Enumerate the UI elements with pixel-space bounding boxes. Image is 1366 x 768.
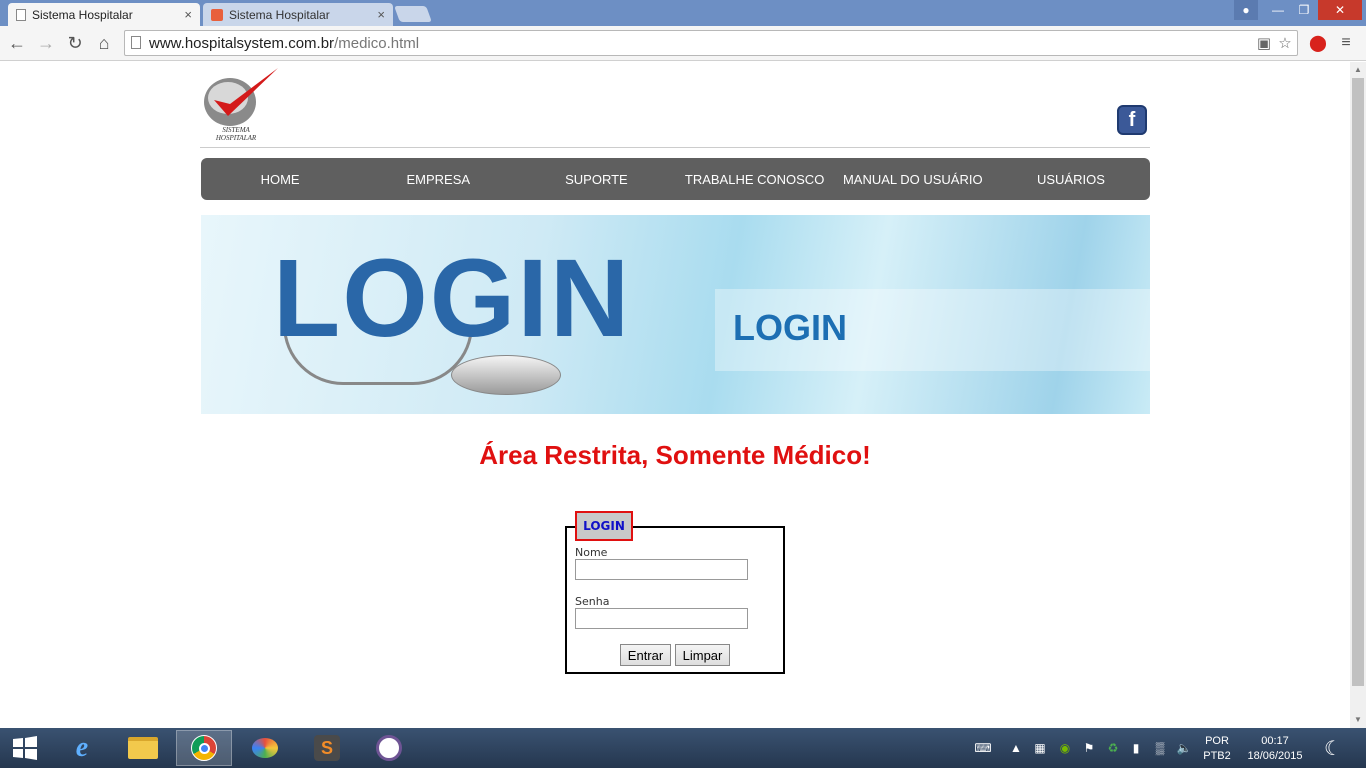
internet-explorer-icon[interactable]: e bbox=[54, 730, 110, 766]
scroll-up-arrow-icon[interactable]: ▲ bbox=[1353, 65, 1363, 75]
tab-title: Sistema Hospitalar bbox=[32, 7, 133, 22]
moon-icon[interactable]: ☾ bbox=[1322, 737, 1344, 760]
reload-icon[interactable]: ↻ bbox=[64, 32, 86, 54]
header-divider bbox=[200, 147, 1150, 148]
url-path: /medico.html bbox=[334, 34, 420, 52]
limpar-button[interactable]: Limpar bbox=[675, 644, 730, 666]
url-host: www.hospitalsystem.com.br bbox=[149, 34, 335, 52]
restricted-area-message: Área Restrita, Somente Médico! bbox=[479, 440, 871, 470]
menu-item-suporte[interactable]: SUPORTE bbox=[517, 158, 675, 200]
tab-sistema-hospitalar-active[interactable]: Sistema Hospitalar × bbox=[8, 3, 200, 26]
password-input[interactable] bbox=[575, 608, 748, 629]
menu-item-home[interactable]: HOME bbox=[201, 158, 359, 200]
site-logo[interactable]: SISTEMA HOSPITALAR bbox=[200, 66, 280, 142]
volume-muted-icon[interactable]: 🔈 bbox=[1176, 740, 1192, 756]
menu-item-empresa[interactable]: EMPRESA bbox=[359, 158, 517, 200]
banner-login-graphic-text: LOGIN bbox=[273, 237, 632, 360]
file-explorer-icon[interactable] bbox=[115, 730, 171, 766]
browser-titlebar: Sistema Hospitalar × Sistema Hospitalar … bbox=[0, 0, 1366, 26]
clock-time: 00:17 bbox=[1261, 735, 1289, 747]
tab-sistema-hospitalar[interactable]: Sistema Hospitalar × bbox=[203, 3, 393, 26]
page-content: SISTEMA HOSPITALAR f HOME EMPRESA SUPORT… bbox=[0, 62, 1350, 728]
computer-mouse-graphic bbox=[451, 355, 561, 395]
language-code: POR bbox=[1205, 735, 1229, 747]
close-window-button[interactable]: ✕ bbox=[1318, 0, 1362, 20]
extension-icon[interactable]: ▣ bbox=[1255, 34, 1273, 52]
windows-flag-icon[interactable]: ▦ bbox=[1032, 740, 1048, 756]
chrome-icon[interactable] bbox=[176, 730, 232, 766]
clock-date: 18/06/2015 bbox=[1247, 750, 1303, 762]
restore-button[interactable]: ❐ bbox=[1291, 0, 1317, 20]
github-icon[interactable] bbox=[361, 730, 417, 766]
power-icon[interactable]: ▮ bbox=[1128, 740, 1144, 756]
close-icon[interactable]: × bbox=[377, 7, 385, 22]
bookmark-star-icon[interactable]: ☆ bbox=[1276, 34, 1294, 52]
paint-icon[interactable] bbox=[237, 730, 293, 766]
menu-item-trabalhe-conosco[interactable]: TRABALHE CONOSCO bbox=[676, 158, 834, 200]
close-icon[interactable]: × bbox=[184, 7, 192, 22]
tab-title: Sistema Hospitalar bbox=[229, 7, 330, 22]
vertical-scrollbar[interactable]: ▲ ▼ bbox=[1350, 62, 1366, 728]
logo-text: SISTEMA HOSPITALAR bbox=[215, 126, 257, 142]
page-icon bbox=[131, 36, 141, 49]
input-language[interactable]: POR PTB2 bbox=[1200, 734, 1234, 764]
adblock-icon[interactable]: ⬤ bbox=[1307, 32, 1329, 54]
password-label: Senha bbox=[575, 595, 610, 608]
name-label: Nome bbox=[575, 546, 608, 559]
address-bar[interactable]: www.hospitalsystem.com.br/medico.html ▣ … bbox=[124, 30, 1298, 56]
main-menu: HOME EMPRESA SUPORTE TRABALHE CONOSCO MA… bbox=[201, 158, 1150, 200]
name-input[interactable] bbox=[575, 559, 748, 580]
clock[interactable]: 00:17 18/06/2015 bbox=[1240, 734, 1310, 764]
menu-icon[interactable]: ≡ bbox=[1335, 32, 1357, 54]
keyboard-layout: PTB2 bbox=[1203, 750, 1231, 762]
new-tab-button[interactable] bbox=[394, 6, 432, 22]
login-legend: LOGIN bbox=[575, 511, 633, 541]
show-hidden-icons-icon[interactable]: ▲ bbox=[1008, 740, 1024, 756]
menu-item-usuarios[interactable]: USUÁRIOS bbox=[992, 158, 1150, 200]
sublime-text-icon[interactable]: S bbox=[299, 730, 355, 766]
home-icon[interactable]: ⌂ bbox=[93, 32, 115, 54]
windows-start-icon[interactable] bbox=[0, 730, 50, 766]
recycle-icon[interactable]: ♻ bbox=[1105, 740, 1121, 756]
page-icon bbox=[16, 8, 26, 21]
scrollbar-thumb[interactable] bbox=[1352, 78, 1364, 686]
menu-item-manual-do-usuario[interactable]: MANUAL DO USUÁRIO bbox=[834, 158, 992, 200]
banner-login-text: LOGIN bbox=[733, 307, 847, 348]
facebook-icon[interactable]: f bbox=[1117, 105, 1147, 135]
action-center-flag-icon[interactable]: ⚑ bbox=[1081, 740, 1097, 756]
network-signal-icon[interactable]: ▒ bbox=[1152, 740, 1168, 756]
keyboard-icon[interactable]: ⌨ bbox=[968, 740, 998, 756]
nvidia-icon[interactable]: ◉ bbox=[1057, 740, 1073, 756]
forward-arrow-icon[interactable]: → bbox=[35, 32, 57, 54]
user-icon[interactable]: ● bbox=[1234, 0, 1258, 20]
scroll-down-arrow-icon[interactable]: ▼ bbox=[1353, 715, 1363, 725]
windows-taskbar: e S ⌨ ▲ ▦ ◉ ⚑ ♻ ▮ ▒ 🔈 POR PTB2 00:17 18/… bbox=[0, 728, 1366, 768]
back-arrow-icon[interactable]: ← bbox=[6, 32, 28, 54]
entrar-button[interactable]: Entrar bbox=[620, 644, 671, 666]
login-banner: LOGIN LOGIN bbox=[201, 215, 1150, 414]
minimize-button[interactable]: — bbox=[1265, 0, 1291, 20]
html-file-icon bbox=[211, 8, 223, 21]
